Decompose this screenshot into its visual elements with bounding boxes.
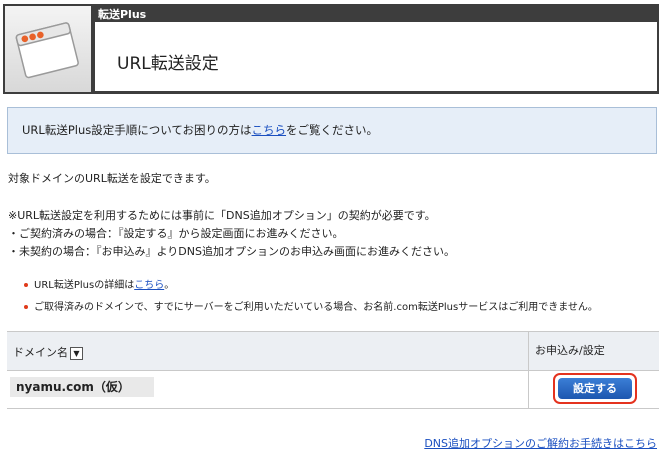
- notice-text-before: URL転送Plus設定手順についてお困りの方は: [22, 123, 252, 137]
- help-notice: URL転送Plus設定手順についてお困りの方はこちらをご覧ください。: [7, 107, 657, 154]
- warning-text: ご取得済みのドメインで、すでにサーバーをご利用いただいている場合、お名前.com…: [34, 302, 598, 313]
- bullet-dot-icon: [24, 283, 28, 287]
- sort-down-icon[interactable]: ▼: [70, 346, 83, 360]
- action-column-header: お申込み/設定: [528, 332, 659, 370]
- domain-table: ドメイン名 ▼ お申込み/設定 nyamu.com（仮） 設定する: [7, 331, 659, 409]
- detail-link[interactable]: こちら: [134, 280, 164, 291]
- header-category: 転送Plus: [98, 8, 147, 21]
- configure-button[interactable]: 設定する: [558, 378, 632, 399]
- bullet-dot-icon: [24, 305, 28, 309]
- notice-help-link[interactable]: こちら: [252, 123, 287, 137]
- title-box: URL転送設定: [95, 22, 657, 91]
- detail-bullet: URL転送Plusの詳細はこちら。: [24, 276, 174, 291]
- notice-text-after: をご覧ください。: [286, 123, 379, 137]
- window-app-icon: [5, 6, 91, 92]
- dns-option-cancel-link[interactable]: DNS追加オプションのご解約お手続きはこちら: [424, 435, 657, 451]
- page-title: URL転送設定: [117, 54, 219, 74]
- domain-column-header: ドメイン名 ▼: [13, 344, 83, 360]
- contracted-instruction: ・ご契約済みの場合：『設定する』から設定画面にお進みください。: [8, 227, 344, 240]
- table-header: ドメイン名 ▼ お申込み/設定: [7, 332, 659, 371]
- action-cell: 設定する: [528, 370, 659, 408]
- warning-bullet: ご取得済みのドメインで、すでにサーバーをご利用いただいている場合、お名前.com…: [24, 298, 598, 313]
- domain-column-label: ドメイン名: [13, 346, 68, 359]
- domain-name: nyamu.com（仮）: [10, 377, 154, 397]
- detail-text-end: 。: [164, 280, 175, 291]
- header: 転送Plus URL転送設定: [3, 4, 659, 94]
- button-highlight-frame: 設定する: [553, 373, 637, 404]
- uncontracted-instruction: ・未契約の場合：『お申込み』よりDNS追加オプションのお申込み画面にお進みくださ…: [8, 245, 455, 258]
- requirement-note: ※URL転送設定を利用するためには事前に「DNS追加オプション」の契約が必要です…: [8, 209, 436, 222]
- intro-text: 対象ドメインのURL転送を設定できます。: [8, 172, 216, 185]
- detail-text: URL転送Plusの詳細は: [34, 280, 135, 291]
